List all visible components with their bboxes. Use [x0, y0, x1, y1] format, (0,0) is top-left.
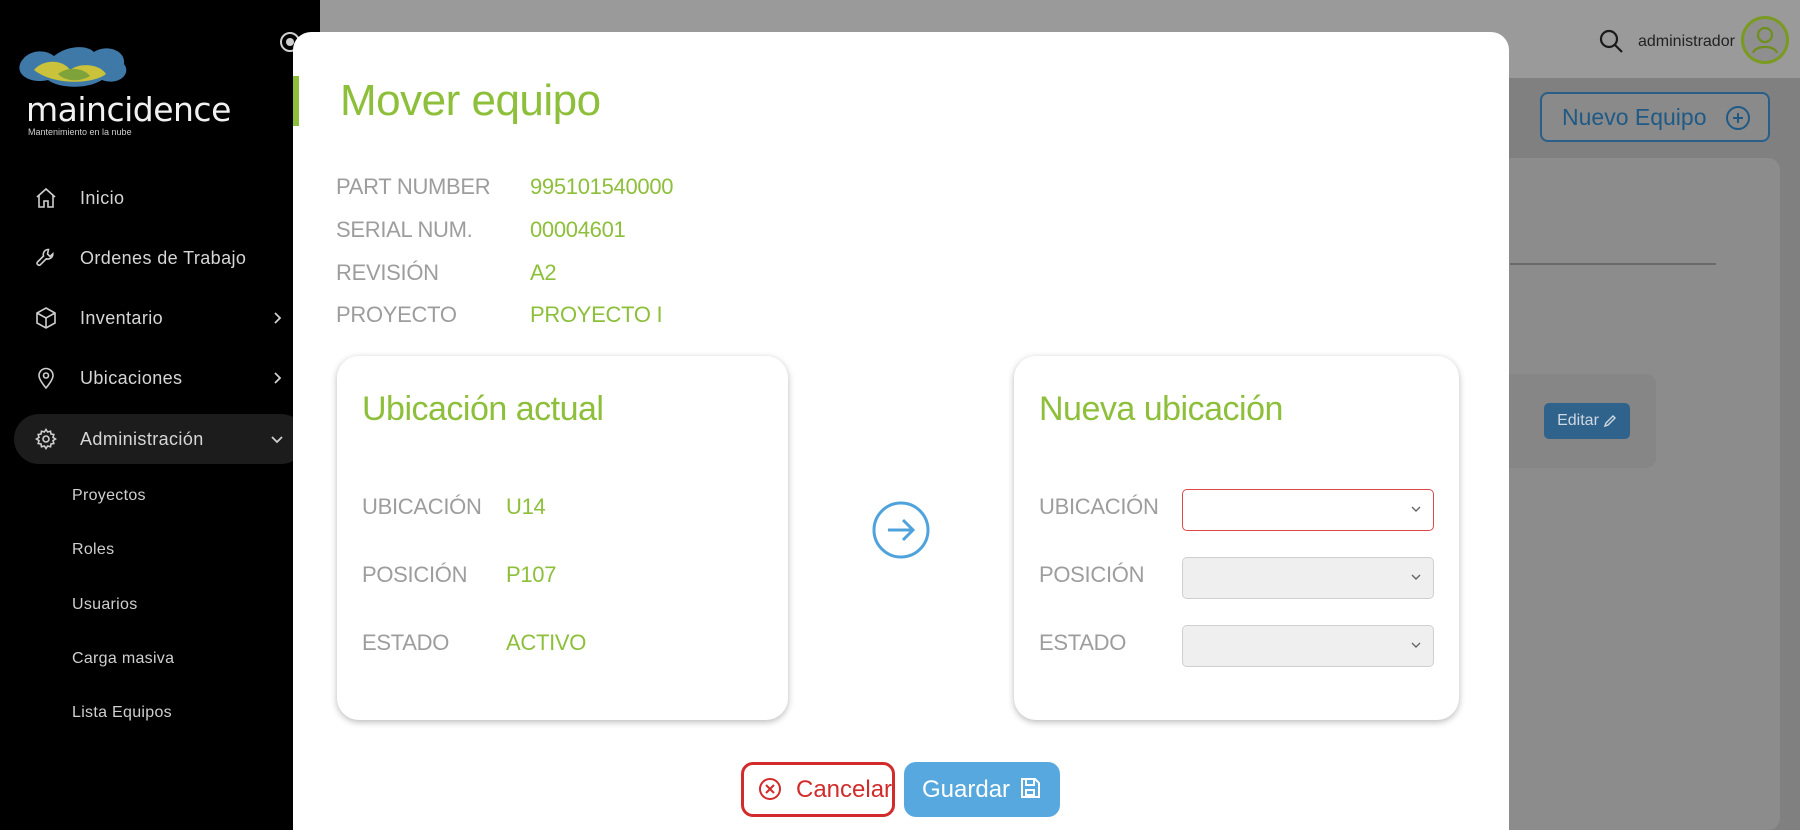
new-ubicacion-select[interactable]	[1182, 489, 1434, 531]
new-estado-select[interactable]	[1182, 625, 1434, 667]
wrench-icon	[34, 246, 58, 270]
save-icon	[1021, 778, 1040, 798]
sidebar-subitem-carga-masiva[interactable]: Carga masiva	[72, 650, 174, 668]
save-button-label: Guardar	[922, 775, 1011, 803]
user-icon	[1751, 26, 1779, 54]
sidebar-item-administracion[interactable]: Administración	[14, 414, 306, 464]
box-icon	[34, 306, 58, 330]
new-location-title: Nueva ubicación	[1039, 390, 1283, 428]
sidebar-subitem-roles[interactable]: Roles	[72, 541, 114, 559]
sidebar-item-label: Inicio	[80, 187, 125, 208]
cancel-button-label: Cancelar	[796, 775, 893, 803]
sidebar: maincidence Mantenimiento en la nube Ini…	[0, 0, 320, 830]
new-equipment-label: Nuevo Equipo	[1562, 103, 1707, 130]
arrow-right-circle-icon	[872, 501, 930, 559]
current-location-title: Ubicación actual	[362, 390, 604, 428]
chevron-down-icon	[1411, 574, 1421, 580]
sidebar-item-ubicaciones[interactable]: Ubicaciones	[14, 353, 306, 403]
pencil-icon	[1603, 415, 1616, 428]
chevron-down-icon	[271, 436, 283, 444]
chevron-right-icon	[274, 372, 282, 384]
current-posicion-label: POSICIÓN	[362, 562, 468, 587]
background-divider	[1510, 263, 1716, 265]
map-pin-icon	[34, 366, 58, 390]
current-ubicacion-value: U14	[506, 494, 546, 519]
new-posicion-label: POSICIÓN	[1039, 562, 1145, 587]
gear-icon	[34, 427, 58, 451]
plus-circle-icon	[1726, 106, 1750, 130]
project-label: PROYECTO	[336, 302, 457, 327]
sidebar-item-inicio[interactable]: Inicio	[14, 173, 306, 223]
serial-number-label: SERIAL NUM.	[336, 217, 473, 242]
project-value: PROYECTO I	[530, 302, 663, 327]
search-icon[interactable]	[1598, 28, 1624, 54]
new-equipment-button[interactable]: Nuevo Equipo	[1540, 92, 1770, 142]
user-avatar[interactable]	[1741, 16, 1789, 64]
close-circle-icon	[759, 778, 781, 800]
part-number-label: PART NUMBER	[336, 174, 491, 199]
sidebar-subitem-lista-equipos[interactable]: Lista Equipos	[72, 704, 172, 722]
new-ubicacion-label: UBICACIÓN	[1039, 494, 1159, 519]
brand-name[interactable]: maincidence	[26, 90, 231, 129]
brand-tagline: Mantenimiento en la nube	[28, 127, 132, 137]
current-estado-value: ACTIVO	[506, 630, 587, 655]
sidebar-item-inventario[interactable]: Inventario	[14, 293, 306, 343]
cancel-button[interactable]: Cancelar	[741, 762, 895, 817]
serial-number-value: 00004601	[530, 217, 626, 242]
save-button[interactable]: Guardar	[904, 762, 1060, 817]
sidebar-item-label: Inventario	[80, 307, 164, 328]
new-posicion-select[interactable]	[1182, 557, 1434, 599]
current-ubicacion-label: UBICACIÓN	[362, 494, 482, 519]
part-number-value: 995101540000	[530, 174, 674, 199]
chevron-down-icon	[1411, 642, 1421, 648]
background-card	[1500, 158, 1780, 830]
current-posicion-value: P107	[506, 562, 557, 587]
current-user-name[interactable]: administrador	[1638, 33, 1735, 51]
home-icon	[34, 186, 58, 210]
sidebar-subitem-proyectos[interactable]: Proyectos	[72, 487, 146, 505]
chevron-right-icon	[274, 312, 282, 324]
sidebar-item-label: Ubicaciones	[80, 367, 183, 388]
current-estado-label: ESTADO	[362, 630, 450, 655]
title-accent-bar	[293, 76, 299, 126]
sidebar-subitem-usuarios[interactable]: Usuarios	[72, 596, 138, 614]
revision-label: REVISIÓN	[336, 260, 439, 285]
sidebar-item-label: Administración	[80, 428, 204, 449]
modal-title: Mover equipo	[340, 76, 601, 125]
sidebar-item-ordenes[interactable]: Ordenes de Trabajo	[14, 233, 306, 283]
sidebar-item-label: Ordenes de Trabajo	[80, 247, 247, 268]
edit-button-label: Editar	[1557, 412, 1599, 429]
new-estado-label: ESTADO	[1039, 630, 1127, 655]
edit-button[interactable]: Editar	[1544, 403, 1630, 439]
chevron-down-icon	[1411, 506, 1421, 512]
revision-value: A2	[530, 260, 557, 285]
